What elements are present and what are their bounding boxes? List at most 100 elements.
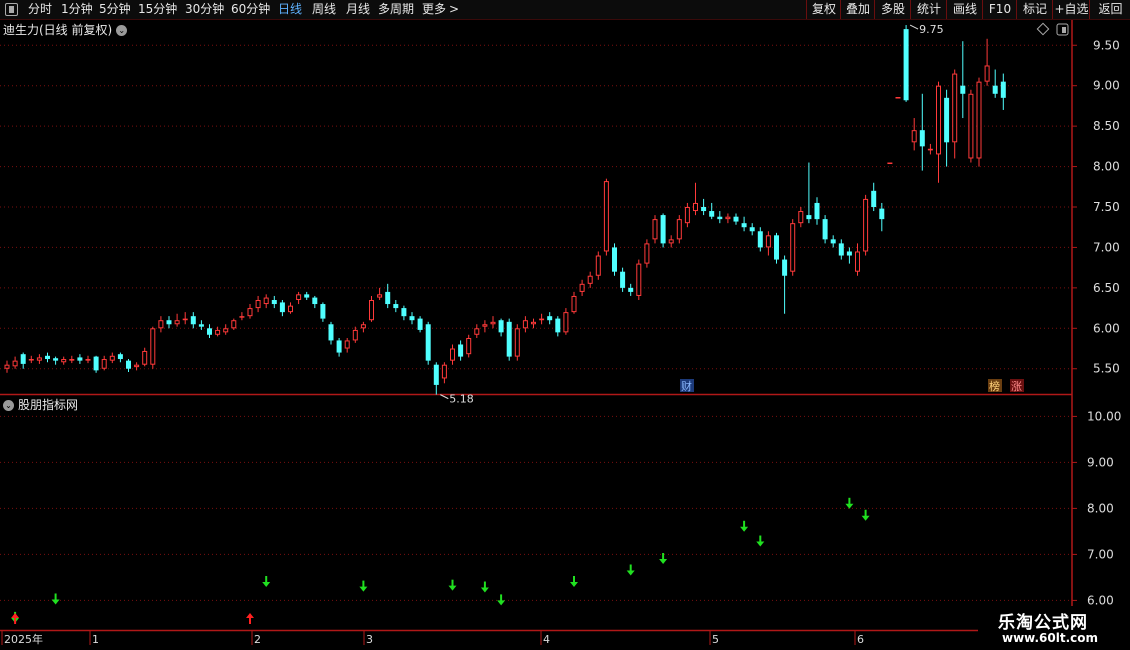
candle-body <box>806 215 812 220</box>
candle-body <box>676 219 682 240</box>
candle-body <box>1000 81 1006 98</box>
sell-arrow-head <box>740 526 749 532</box>
candle-body <box>223 328 229 333</box>
candle-body <box>482 324 488 327</box>
candle-body <box>117 354 123 360</box>
candle-body <box>182 318 188 321</box>
low-price-label: 5.18 <box>449 393 474 406</box>
candle-body <box>490 321 496 325</box>
candle-body <box>36 357 42 361</box>
candle-body <box>466 338 472 355</box>
candle-body <box>409 316 415 321</box>
candle-body <box>279 302 285 313</box>
candle-body <box>952 73 958 143</box>
candle-body <box>239 316 245 318</box>
candle-body <box>369 300 374 321</box>
candle-body <box>377 294 383 298</box>
indicator-y-tick: 8.00 <box>1087 501 1114 515</box>
indicator-y-tick: 9.00 <box>1087 455 1114 469</box>
sell-arrow-head <box>626 570 635 576</box>
candle-body <box>425 324 431 361</box>
candle-body <box>20 354 26 364</box>
candle-body <box>215 329 221 335</box>
sell-arrow-head <box>659 559 668 564</box>
indicator-y-tick: 7.00 <box>1087 547 1114 561</box>
candle-body <box>927 148 933 151</box>
candle-body <box>207 328 212 335</box>
candle-body <box>498 320 504 333</box>
candle-body <box>765 235 771 248</box>
candle-body <box>401 308 407 317</box>
candle-body <box>288 305 293 313</box>
candle-body <box>93 356 99 371</box>
sell-arrow-head <box>570 582 578 587</box>
main-y-tick: 9.00 <box>1093 79 1120 93</box>
candle-body <box>579 283 585 292</box>
candle-body <box>61 359 67 363</box>
main-y-tick: 7.50 <box>1093 200 1120 214</box>
candle-body <box>563 312 569 333</box>
buy-arrow-head <box>11 613 20 618</box>
candle-body <box>166 320 172 325</box>
candle-body <box>45 355 50 360</box>
sell-arrow-head <box>448 585 457 591</box>
candle-body <box>109 355 115 361</box>
candle-body <box>304 294 310 298</box>
main-y-tick: 6.50 <box>1093 281 1120 295</box>
sell-arrow-head <box>861 515 870 521</box>
high-label-leader <box>909 24 919 30</box>
candle-body <box>571 295 577 313</box>
candle-body <box>385 291 391 305</box>
candle-body <box>717 216 723 220</box>
candle-body <box>126 360 131 369</box>
candle-body <box>644 243 650 264</box>
event-marker[interactable]: 榜 <box>989 379 1000 393</box>
candle-body <box>628 287 634 292</box>
candle-body <box>846 251 852 256</box>
candle-body <box>417 318 423 330</box>
candle-body <box>887 162 893 165</box>
candle-body <box>984 65 990 82</box>
candle-body <box>506 321 512 357</box>
main-y-tick: 6.00 <box>1093 321 1120 335</box>
candle-body <box>782 259 788 276</box>
sell-arrow-head <box>756 541 765 547</box>
event-marker[interactable]: 涨 <box>1011 380 1022 393</box>
candle-body <box>757 231 763 248</box>
candle-body <box>296 294 302 301</box>
candle-body <box>539 318 545 321</box>
candle-body <box>798 211 804 224</box>
candle-body <box>28 359 34 361</box>
time-axis-label: 4 <box>543 633 550 646</box>
candle-body <box>709 211 715 217</box>
candle-body <box>320 304 326 319</box>
candle-body <box>522 320 528 329</box>
watermark-line2: www.60lt.com <box>1002 631 1099 645</box>
high-price-label: 9.75 <box>919 23 944 36</box>
time-axis-label: 6 <box>857 633 864 646</box>
candle-body <box>855 251 860 272</box>
candle-body <box>863 198 869 252</box>
candle-body <box>871 190 877 207</box>
chart-frame <box>0 20 1073 650</box>
candle-body <box>101 359 107 369</box>
candle-body <box>919 130 925 147</box>
candle-body <box>53 358 59 361</box>
main-y-tick: 9.50 <box>1093 38 1120 52</box>
main-y-tick: 8.00 <box>1093 160 1120 174</box>
candle-body <box>595 255 601 276</box>
candle-body <box>474 328 480 335</box>
candle-body <box>895 97 901 99</box>
candle-body <box>158 320 164 329</box>
event-marker[interactable]: 财 <box>681 379 692 393</box>
candle-body <box>360 324 366 329</box>
candle-body <box>652 219 658 240</box>
candle-body <box>668 239 674 244</box>
candle-body <box>660 215 666 244</box>
diamond-icon[interactable] <box>1036 22 1050 36</box>
sell-arrow-head <box>359 586 368 592</box>
candlestick-series[interactable] <box>4 25 1006 395</box>
candle-body <box>838 243 844 256</box>
candle-body <box>271 300 277 305</box>
signal-arrows <box>11 497 870 624</box>
